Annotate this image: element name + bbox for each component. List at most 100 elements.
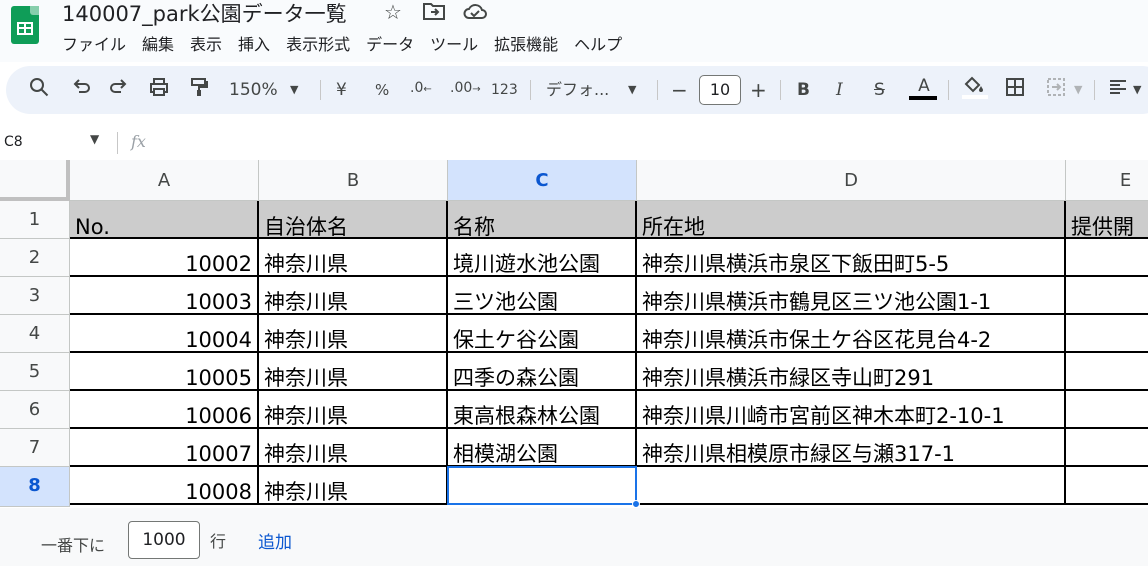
add-rows-button[interactable]: 追加 (258, 528, 292, 553)
text-color-button[interactable]: A (909, 72, 939, 100)
header-cell-municipality[interactable]: 自治体名 (259, 201, 448, 239)
bold-button[interactable]: B (797, 76, 810, 104)
table-cell[interactable] (1066, 239, 1148, 277)
row-header-3[interactable]: 3 (0, 277, 70, 315)
star-icon[interactable]: ☆ (384, 0, 402, 24)
row-header-6[interactable]: 6 (0, 391, 70, 429)
table-cell[interactable] (1066, 391, 1148, 429)
column-header-e[interactable]: E (1066, 160, 1148, 201)
decrease-font-size-button[interactable]: − (671, 76, 688, 104)
row-header-8[interactable]: 8 (0, 467, 70, 507)
table-cell[interactable]: 神奈川県 (259, 353, 448, 391)
strikethrough-button[interactable]: S (874, 76, 885, 104)
fill-color-icon[interactable] (960, 74, 988, 102)
menu-data[interactable]: データ (366, 31, 420, 55)
column-header-c[interactable]: C (448, 160, 637, 201)
search-icon[interactable] (28, 76, 50, 104)
table-cell[interactable]: 神奈川県 (259, 467, 448, 505)
table-cell[interactable]: 神奈川県横浜市鶴見区三ツ池公園1-1 (637, 277, 1066, 315)
table-cell[interactable]: 神奈川県横浜市緑区寺山町291 (637, 353, 1066, 391)
table-cell[interactable]: 神奈川県横浜市泉区下飯田町5-5 (637, 239, 1066, 277)
zoom-select[interactable]: 150% (229, 76, 278, 104)
currency-format-button[interactable]: ¥ (336, 76, 347, 104)
table-cell[interactable]: 神奈川県川崎市宮前区神木本町2-10-1 (637, 391, 1066, 429)
formula-input[interactable] (160, 132, 1140, 154)
name-box-dropdown-icon[interactable]: ▼ (90, 132, 99, 146)
header-cell-name[interactable]: 名称 (448, 201, 637, 239)
increase-decimal-button[interactable]: .00→ (450, 74, 481, 102)
move-to-folder-icon[interactable] (422, 0, 446, 27)
row-header-1[interactable]: 1 (0, 201, 70, 239)
font-dropdown-icon[interactable]: ▼ (628, 76, 636, 104)
table-cell[interactable]: 神奈川県 (259, 429, 448, 467)
row-header-4[interactable]: 4 (0, 315, 70, 353)
table-cell[interactable]: 10008 (70, 467, 259, 505)
menu-format[interactable]: 表示形式 (286, 31, 356, 55)
increase-font-size-button[interactable]: + (750, 76, 767, 104)
undo-icon[interactable] (70, 76, 92, 104)
fill-handle[interactable] (632, 500, 640, 508)
column-header-d[interactable]: D (637, 160, 1066, 201)
menu-file[interactable]: ファイル (62, 31, 132, 55)
row-header-7[interactable]: 7 (0, 429, 70, 467)
table-cell[interactable]: 10007 (70, 429, 259, 467)
table-cell[interactable]: 神奈川県横浜市保土ケ谷区花見台4-2 (637, 315, 1066, 353)
table-cell[interactable]: 神奈川県 (259, 277, 448, 315)
document-title[interactable]: 140007_park公園データ一覧 (62, 0, 347, 28)
merge-dropdown-icon[interactable]: ▼ (1074, 76, 1082, 104)
name-box[interactable]: C8 (4, 134, 23, 150)
table-cell[interactable]: 10006 (70, 391, 259, 429)
table-cell[interactable]: 四季の森公園 (448, 353, 637, 391)
menu-view[interactable]: 表示 (190, 31, 228, 55)
zoom-dropdown-icon[interactable]: ▼ (290, 76, 298, 104)
menu-extensions[interactable]: 拡張機能 (494, 31, 564, 55)
decrease-decimal-button[interactable]: .0← (410, 74, 432, 102)
column-header-a[interactable]: A (70, 160, 259, 201)
font-size-input[interactable]: 10 (699, 75, 741, 105)
table-cell[interactable]: 神奈川県相模原市緑区与瀬317-1 (637, 429, 1066, 467)
table-cell[interactable]: 東高根森林公園 (448, 391, 637, 429)
select-all-corner[interactable] (0, 160, 70, 201)
paint-format-icon[interactable] (188, 76, 210, 104)
row-header-2[interactable]: 2 (0, 239, 70, 277)
menu-insert[interactable]: 挿入 (238, 31, 276, 55)
table-cell[interactable]: 10002 (70, 239, 259, 277)
table-cell[interactable]: 三ツ池公園 (448, 277, 637, 315)
table-cell[interactable] (1066, 315, 1148, 353)
redo-icon[interactable] (108, 76, 130, 104)
table-cell[interactable] (1066, 467, 1148, 505)
menu-help[interactable]: ヘルプ (574, 31, 628, 55)
table-cell[interactable]: 神奈川県 (259, 315, 448, 353)
table-cell[interactable]: 10005 (70, 353, 259, 391)
table-cell[interactable] (1066, 353, 1148, 391)
percent-format-button[interactable]: % (375, 76, 389, 104)
header-cell-provided[interactable]: 提供開 (1066, 201, 1148, 239)
merge-cells-icon[interactable] (1045, 76, 1067, 104)
table-cell[interactable]: 神奈川県 (259, 391, 448, 429)
table-cell[interactable]: 保土ケ谷公園 (448, 315, 637, 353)
print-icon[interactable] (148, 76, 170, 104)
active-cell-selection[interactable] (447, 466, 637, 505)
table-cell[interactable]: 10004 (70, 315, 259, 353)
borders-icon[interactable] (1004, 76, 1026, 104)
table-cell[interactable]: 相模湖公園 (448, 429, 637, 467)
cloud-status-icon[interactable] (462, 0, 488, 27)
align-dropdown-icon[interactable]: ▼ (1133, 76, 1141, 104)
header-cell-address[interactable]: 所在地 (637, 201, 1066, 239)
add-rows-count-input[interactable]: 1000 (128, 521, 200, 559)
horizontal-align-icon[interactable] (1107, 76, 1129, 104)
table-cell[interactable]: 神奈川県 (259, 239, 448, 277)
table-cell[interactable] (1066, 277, 1148, 315)
menu-edit[interactable]: 編集 (142, 31, 180, 55)
table-cell[interactable] (637, 467, 1066, 505)
table-cell[interactable] (1066, 429, 1148, 467)
number-format-button[interactable]: 123 (491, 76, 518, 104)
header-cell-no[interactable]: No. (70, 201, 259, 239)
font-select[interactable]: デフォ... (546, 76, 609, 104)
table-cell[interactable]: 10003 (70, 277, 259, 315)
column-header-b[interactable]: B (259, 160, 448, 201)
italic-button[interactable]: I (836, 76, 843, 104)
sheets-logo-icon[interactable] (11, 6, 39, 44)
table-cell[interactable]: 境川遊水池公園 (448, 239, 637, 277)
menu-tools[interactable]: ツール (430, 31, 484, 55)
